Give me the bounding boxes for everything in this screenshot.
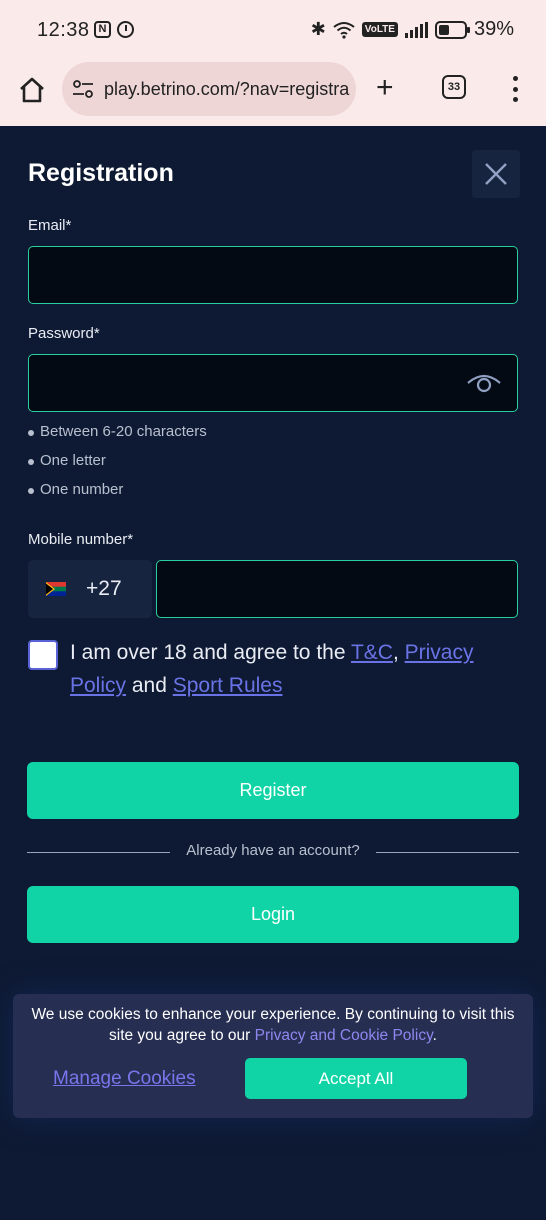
consent-text: I am over 18 and agree to the T&C, Priva… <box>70 641 474 697</box>
divider-line-right <box>376 852 519 853</box>
bullet-icon <box>28 488 34 494</box>
status-right-icons: ✱ VoLTE 39% <box>311 18 514 41</box>
register-button[interactable]: Register <box>27 762 519 819</box>
status-time: 12:38 <box>37 19 90 41</box>
divider-text: Already have an account? <box>186 842 360 859</box>
site-settings-icon[interactable] <box>72 78 94 100</box>
mobile-number-field[interactable] <box>156 560 518 618</box>
south-africa-flag-icon <box>46 582 66 596</box>
modal-title: Registration <box>28 159 174 187</box>
password-rules: Between 6-20 characters One letter One n… <box>28 423 207 510</box>
cookie-banner: We use cookies to enhance your experienc… <box>13 994 533 1118</box>
browser-menu-icon[interactable] <box>512 76 518 102</box>
nfc-icon: N <box>94 21 111 38</box>
new-tab-icon[interactable]: + <box>376 73 394 103</box>
home-icon[interactable] <box>18 76 46 104</box>
password-rule: One number <box>28 481 207 510</box>
login-button[interactable]: Login <box>27 886 519 943</box>
sport-rules-link[interactable]: Sport Rules <box>173 674 283 697</box>
bullet-icon <box>28 430 34 436</box>
password-rule: Between 6-20 characters <box>28 423 207 452</box>
cookie-text: We use cookies to enhance your experienc… <box>31 1006 515 1044</box>
password-rule: One letter <box>28 452 207 481</box>
manage-cookies-link[interactable]: Manage Cookies <box>53 1068 196 1090</box>
volte-icon: VoLTE <box>361 22 398 37</box>
close-icon <box>485 163 507 185</box>
browser-toolbar: play.betrino.com/?nav=registra + 33 <box>0 62 546 126</box>
dial-code: +27 <box>86 577 122 600</box>
battery-icon <box>434 20 470 39</box>
battery-percent: 39% <box>473 18 514 40</box>
address-bar[interactable]: play.betrino.com/?nav=registra <box>62 62 356 116</box>
password-field[interactable] <box>28 354 518 412</box>
email-label: Email* <box>28 217 72 234</box>
country-code-select[interactable]: +27 <box>28 560 152 618</box>
accept-all-button[interactable]: Accept All <box>245 1058 467 1099</box>
email-field[interactable] <box>28 246 518 304</box>
age-consent-checkbox[interactable] <box>28 640 58 670</box>
url-text[interactable]: play.betrino.com/?nav=registra <box>104 79 349 100</box>
bullet-icon <box>28 459 34 465</box>
wifi-icon <box>333 21 355 39</box>
signal-icon <box>404 21 428 38</box>
status-left-icons: N <box>94 21 134 38</box>
tc-link[interactable]: T&C <box>351 641 393 664</box>
tab-count-button[interactable]: 33 <box>442 75 466 99</box>
alarm-icon <box>117 21 134 38</box>
password-label: Password* <box>28 325 100 342</box>
status-bar: 12:38 N ✱ VoLTE 39% <box>0 0 546 62</box>
cookie-policy-link[interactable]: Privacy and Cookie Policy <box>255 1027 433 1044</box>
show-password-icon[interactable] <box>466 370 502 394</box>
bluetooth-icon: ✱ <box>310 19 326 39</box>
close-button[interactable] <box>472 150 520 198</box>
mobile-label: Mobile number* <box>28 531 134 548</box>
